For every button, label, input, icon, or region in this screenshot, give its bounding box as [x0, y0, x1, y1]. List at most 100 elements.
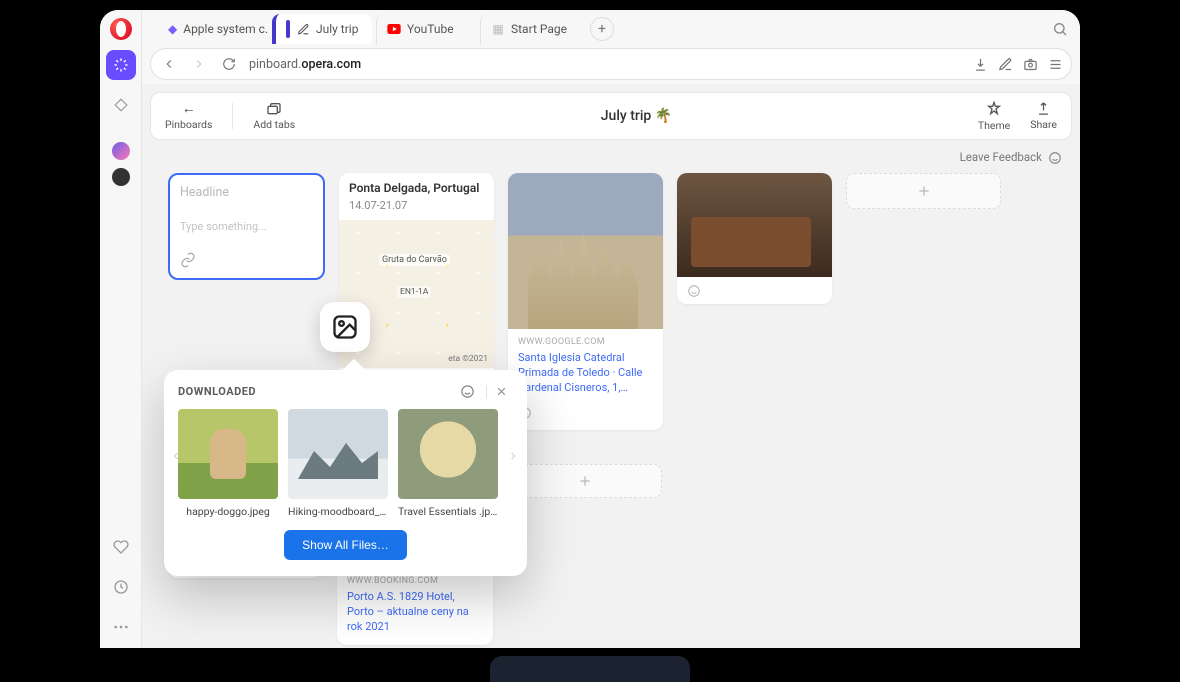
url-domain: opera.com	[301, 57, 361, 72]
card-toledo[interactable]: WWW.GOOGLE.COM Santa Iglesia Catedral Pr…	[508, 173, 663, 430]
card-source: WWW.BOOKING.COM	[347, 576, 483, 586]
favicon-icon: ◆	[168, 22, 177, 36]
tab-label: YouTube	[407, 22, 454, 36]
card-link-title[interactable]: Porto A.S. 1829 Hotel, Porto – aktualne …	[347, 590, 483, 635]
popover-heading: DOWNLOADED	[178, 385, 256, 398]
card-link-title[interactable]: Santa Iglesia Catedral Primada de Toledo…	[518, 351, 653, 396]
card-title: Ponta Delgada, Portugal	[349, 181, 484, 195]
feedback-row: Leave Feedback	[142, 148, 1080, 167]
headline-input[interactable]: Headline	[180, 185, 313, 200]
downloaded-popover: DOWNLOADED happy-d	[164, 370, 527, 576]
tab-strip: ◆ Apple system c… July trip YouTube ▦ St…	[142, 10, 1080, 44]
browser-window: ◆ Apple system c… July trip YouTube ▦ St…	[100, 10, 1080, 648]
tab-label: Apple system c…	[183, 22, 268, 36]
toolbar-label: Pinboards	[165, 118, 212, 131]
forward-button[interactable]	[189, 54, 209, 74]
workspace-rail	[100, 10, 142, 648]
sidebar-button-ai[interactable]	[106, 50, 136, 80]
card-react-button[interactable]	[518, 406, 653, 421]
tab-search-button[interactable]	[1052, 21, 1068, 37]
toolbar-label: Add tabs	[253, 118, 295, 131]
popover-close-button[interactable]	[495, 385, 513, 398]
thumbnail-image	[288, 409, 388, 499]
sidebar-button-diamond[interactable]	[106, 90, 136, 120]
tab-apple-system[interactable]: ◆ Apple system c…	[148, 14, 268, 44]
address-bar[interactable]: pinboard.opera.com	[150, 48, 1072, 80]
youtube-icon	[387, 22, 401, 36]
theme-icon	[986, 101, 1002, 117]
pin-icon[interactable]	[998, 57, 1013, 72]
main-area: ◆ Apple system c… July trip YouTube ▦ St…	[142, 10, 1080, 648]
favicon-icon	[296, 22, 310, 36]
theme-button[interactable]: Theme	[978, 101, 1010, 132]
add-card-button[interactable]	[846, 173, 1001, 209]
card-react-button[interactable]	[677, 277, 832, 304]
tab-start-page[interactable]: ▦ Start Page	[480, 14, 580, 44]
sidebar-button-more[interactable]	[106, 612, 136, 642]
tab-label: Start Page	[511, 22, 567, 36]
toolbar-label: Theme	[978, 119, 1010, 132]
separator	[232, 103, 233, 129]
tab-youtube[interactable]: YouTube	[376, 14, 476, 44]
share-icon	[1036, 101, 1051, 116]
screenshot-icon[interactable]	[1023, 57, 1038, 72]
link-icon[interactable]	[180, 252, 313, 268]
map-road-label: EN1-1A	[397, 286, 431, 298]
pinboards-button[interactable]: ← Pinboards	[165, 102, 212, 131]
insert-image-button[interactable]	[320, 302, 370, 352]
device-notch	[490, 656, 690, 682]
thumbnail-caption: Hiking-moodboard_2.jpeg	[288, 505, 388, 518]
sidebar-button-history[interactable]	[106, 572, 136, 602]
thumbnail-item[interactable]: Travel Essentials .jpeg	[398, 409, 498, 518]
separator	[486, 385, 487, 399]
workspace-avatar-1[interactable]	[112, 142, 130, 160]
leave-feedback-link[interactable]: Leave Feedback	[960, 150, 1042, 164]
grid-icon: ▦	[491, 22, 505, 36]
card-image	[677, 173, 832, 277]
card-cafe[interactable]	[677, 173, 832, 304]
card-headline-editor[interactable]: Headline Type something...	[168, 173, 325, 280]
reload-button[interactable]	[219, 54, 239, 74]
smiley-icon[interactable]	[1048, 150, 1062, 165]
back-button[interactable]	[159, 54, 179, 74]
pinboard-content: ← Pinboards Add tabs July trip 🌴 Theme	[142, 84, 1080, 648]
share-button[interactable]: Share	[1030, 101, 1057, 131]
thumbnail-strip: happy-doggo.jpeg Hiking-moodboard_2.jpeg…	[178, 409, 513, 518]
card-source: WWW.GOOGLE.COM	[518, 337, 653, 347]
add-tabs-icon	[266, 102, 282, 116]
download-icon[interactable]	[973, 57, 988, 72]
sidebar-button-heart[interactable]	[106, 532, 136, 562]
thumbnail-image	[398, 409, 498, 499]
map-attribution: eta ©2021	[448, 354, 488, 364]
thumbnail-item[interactable]: Hiking-moodboard_2.jpeg	[288, 409, 388, 518]
new-tab-button[interactable]: +	[590, 17, 614, 41]
page-title: July trip 🌴	[315, 108, 958, 124]
popover-emoji-button[interactable]	[460, 384, 478, 399]
arrow-left-icon: ←	[182, 102, 196, 116]
image-icon	[331, 313, 359, 341]
opera-logo-icon[interactable]	[110, 18, 132, 40]
url-text[interactable]: pinboard.opera.com	[249, 57, 963, 72]
card-map[interactable]: Ponta Delgada, Portugal 14.07-21.07 Grut…	[339, 173, 494, 395]
card-subtitle: 14.07-21.07	[349, 199, 484, 212]
map-poi-label: Gruta do Carvão	[379, 254, 450, 266]
toolbar-label: Share	[1030, 118, 1057, 131]
add-tabs-button[interactable]: Add tabs	[253, 102, 295, 131]
tab-label: July trip	[316, 22, 358, 36]
tab-july-trip[interactable]: July trip	[272, 14, 372, 44]
tab-accent-icon	[286, 20, 290, 38]
thumbnail-image	[178, 409, 278, 499]
thumbnail-caption: Travel Essentials .jpeg	[398, 505, 498, 518]
body-input[interactable]: Type something...	[180, 206, 313, 246]
workspace-avatar-2[interactable]	[112, 168, 130, 186]
menu-icon[interactable]	[1048, 57, 1063, 72]
url-prefix: pinboard.	[249, 57, 301, 72]
card-image	[508, 173, 663, 329]
add-card-button[interactable]	[507, 464, 662, 498]
address-actions	[973, 57, 1063, 72]
show-all-files-button[interactable]: Show All Files…	[284, 530, 407, 560]
thumbnail-item[interactable]: happy-doggo.jpeg	[178, 409, 278, 518]
chevron-right-icon[interactable]	[507, 447, 521, 465]
pinboard-toolbar: ← Pinboards Add tabs July trip 🌴 Theme	[150, 92, 1072, 140]
thumbnail-caption: happy-doggo.jpeg	[178, 505, 278, 518]
